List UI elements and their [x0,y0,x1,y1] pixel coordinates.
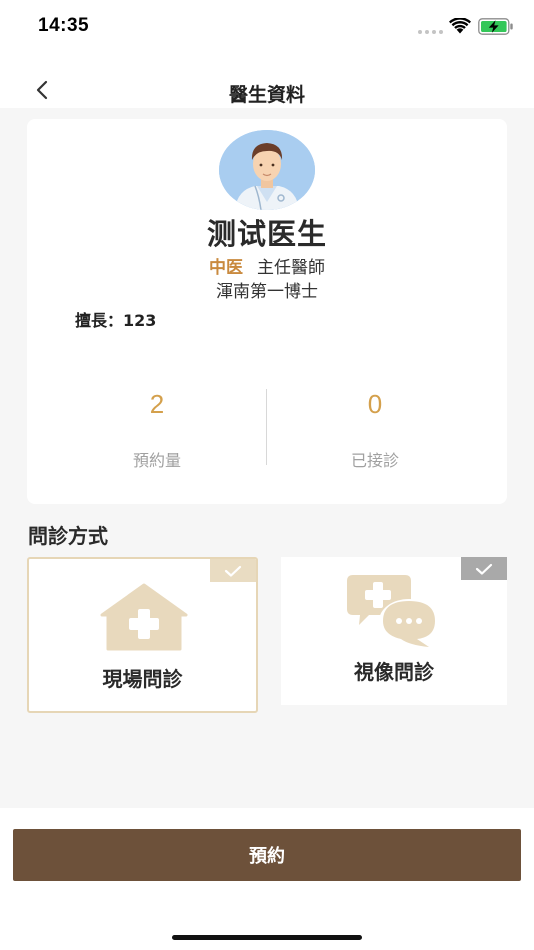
department-tag: 中医 [209,258,243,278]
video-consultation-option[interactable]: 視像問診 [281,557,507,705]
house-medical-icon [100,583,188,651]
signal-dots-icon [418,30,444,34]
hospital-name: 渾南第一博士 [216,282,318,302]
nav-bar: 醫生資料 [0,68,534,108]
status-bar: 14:35 [0,0,534,54]
stats-divider [266,389,267,465]
header-area: 14:35 醫生資料 [0,0,534,108]
onsite-consultation-option[interactable]: 現場問診 [27,557,258,713]
specialty-text: 擅長：123 [75,311,157,330]
consulted-count: 0 [367,389,383,419]
battery-charging-icon [478,18,513,35]
doctor-department-line: 中医 主任醫師 [27,253,507,278]
chat-medical-icon [347,575,439,647]
consulted-count-label: 已接診 [350,451,399,470]
video-consultation-label: 視像問診 [354,660,434,684]
check-icon [475,563,493,575]
doctor-profile-card: 测试医生 中医 主任醫師 渾南第一博士 擅長：123 2 預約量 0 已接診 [27,119,507,504]
wifi-icon [449,18,471,34]
book-appointment-button[interactable]: 預約 [13,829,521,881]
page-title: 醫生資料 [228,84,305,106]
doctor-avatar-icon [219,130,315,210]
appointment-count-label: 預約量 [132,451,181,470]
doctor-title: 主任醫師 [257,258,325,278]
status-time: 14:35 [38,15,90,36]
appointment-count: 2 [149,389,165,419]
check-icon [224,565,242,577]
book-appointment-label: 預約 [249,846,285,866]
unselected-badge [461,557,507,580]
home-indicator[interactable] [172,935,362,940]
doctor-name: 测试医生 [206,217,327,251]
onsite-consultation-label: 現場問診 [102,667,183,691]
selected-badge [210,559,256,582]
consultation-section-title: 問診方式 [28,524,108,548]
